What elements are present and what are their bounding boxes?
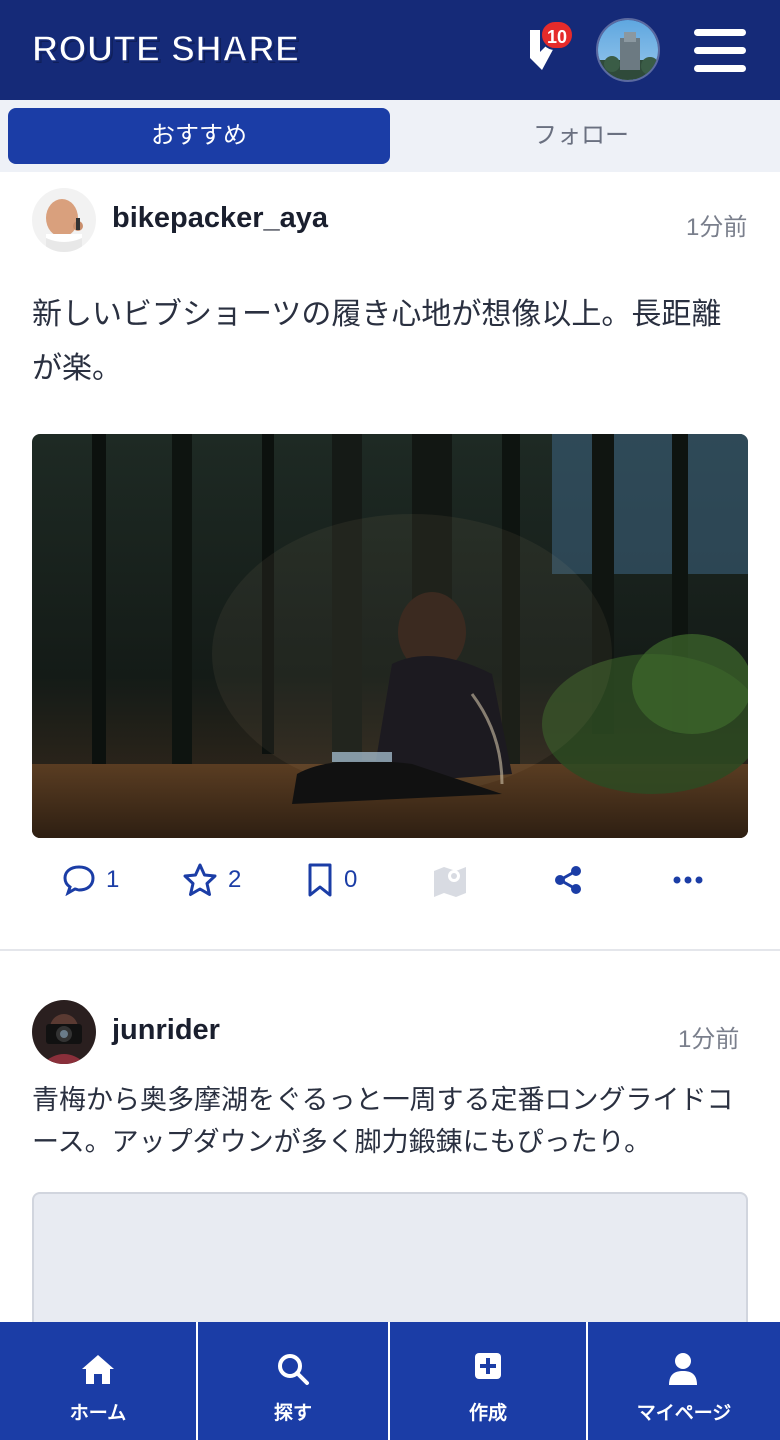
comment-button[interactable]: 1 — [62, 860, 119, 900]
bookmark-count: 0 — [344, 866, 358, 893]
comment-count: 1 — [106, 866, 120, 893]
post-username[interactable]: bikepacker_aya — [112, 202, 328, 235]
post-text: 新しいビブショーツの履き心地が想像以上。長距離が楽。 — [32, 297, 722, 386]
nav-mypage-label: マイページ — [636, 1403, 732, 1424]
post-author-avatar[interactable] — [32, 1000, 96, 1064]
comment-icon — [63, 865, 95, 896]
post-text: 青梅から奥多摩湖をぐるっと一周する定番ロングライドコース。アップダウンが多く脚力… — [32, 1085, 734, 1158]
bookmark-icon — [308, 863, 332, 897]
post-photo[interactable] — [32, 434, 748, 838]
star-button[interactable]: 2 — [182, 860, 241, 900]
tab-following[interactable]: フォロー — [390, 108, 772, 164]
more-icon — [673, 876, 703, 884]
tab-recommended[interactable]: おすすめ — [8, 108, 390, 164]
bookmark-button[interactable]: 0 — [306, 860, 357, 900]
notification-button[interactable]: 10 — [522, 20, 575, 74]
feed-tabs: おすすめ フォロー — [0, 100, 780, 172]
bottom-navigation: ホーム 探す 作成 マイページ — [0, 1322, 780, 1440]
user-icon — [669, 1353, 697, 1385]
header-avatar[interactable] — [596, 18, 660, 82]
hamburger-menu-icon[interactable] — [694, 27, 746, 73]
post-author-avatar[interactable] — [32, 188, 96, 252]
post-timestamp: 1分前 — [678, 1026, 740, 1053]
nav-mypage[interactable]: マイページ — [588, 1322, 780, 1440]
search-icon — [278, 1354, 309, 1385]
post-username[interactable]: junrider — [112, 1014, 220, 1047]
map-button — [432, 860, 468, 900]
share-button[interactable] — [552, 860, 584, 900]
more-options-button[interactable] — [672, 860, 704, 900]
star-count: 2 — [228, 866, 242, 893]
nav-create[interactable]: 作成 — [390, 1322, 586, 1440]
notification-badge: 10 — [540, 20, 575, 50]
share-icon — [555, 866, 581, 894]
map-icon — [434, 867, 466, 897]
app-logo[interactable]: ROUTE SHARE — [31, 27, 300, 70]
nav-search[interactable]: 探す — [198, 1322, 388, 1440]
post-timestamp: 1分前 — [686, 214, 748, 241]
nav-home-label: ホーム — [69, 1403, 127, 1424]
plus-square-icon — [475, 1353, 501, 1379]
post-divider — [0, 949, 780, 951]
post-actions: 1 2 0 — [0, 852, 780, 908]
nav-home[interactable]: ホーム — [0, 1322, 196, 1440]
star-icon — [183, 863, 217, 896]
app-header: ROUTE SHARE 10 — [0, 0, 780, 100]
nav-create-label: 作成 — [468, 1403, 507, 1424]
home-icon — [82, 1355, 114, 1384]
nav-search-label: 探す — [273, 1403, 312, 1424]
